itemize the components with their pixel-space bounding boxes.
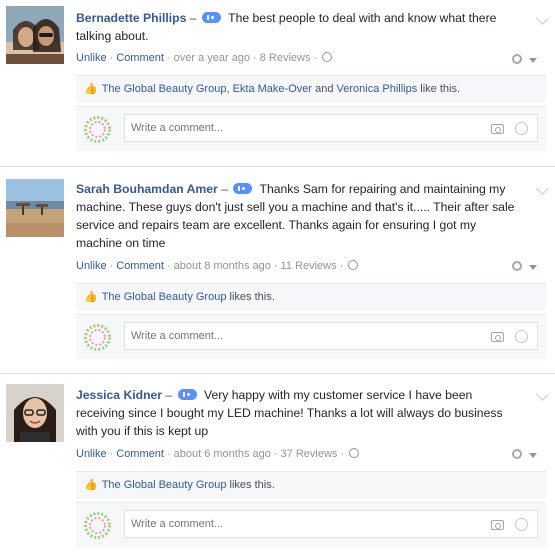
rating-badge-icon — [177, 389, 197, 400]
gear-icon — [512, 261, 522, 271]
options-menu[interactable] — [512, 261, 542, 275]
thumbs-up-icon: 👍 — [84, 479, 98, 491]
rating-badge-icon — [233, 183, 253, 194]
timestamp[interactable]: over a year ago — [174, 52, 250, 64]
page-avatar — [84, 324, 111, 351]
page-avatar — [84, 512, 111, 539]
likes-summary: 👍 The Global Beauty Group likes this. — [76, 283, 546, 310]
comment-input[interactable] — [124, 322, 538, 350]
thumbs-up-icon: 👍 — [84, 83, 98, 95]
review-actions: Unlike · Comment · about 6 months ago · 37 Rev… — [76, 448, 360, 460]
gear-icon — [512, 449, 522, 459]
unlike-link[interactable]: Unlike — [76, 260, 107, 272]
avatar[interactable] — [6, 179, 64, 237]
avatar[interactable] — [6, 6, 64, 64]
comment-composer — [76, 502, 546, 547]
review-actions: Unlike · Comment · about 8 months ago · 11 Rev… — [76, 260, 359, 272]
divider — [0, 166, 555, 167]
sticker-icon[interactable] — [515, 518, 528, 531]
avatar[interactable] — [6, 384, 64, 442]
liker-link[interactable]: The Global Beauty Group — [102, 83, 227, 95]
unlike-link[interactable]: Unlike — [76, 52, 107, 64]
review-count[interactable]: 8 Reviews — [260, 52, 311, 64]
sticker-icon[interactable] — [515, 330, 528, 343]
review-actions: Unlike · Comment · over a year ago · 8 Reviews… — [76, 52, 333, 64]
camera-icon[interactable] — [491, 332, 504, 342]
name-separator: – — [221, 182, 228, 196]
review-body: Jessica Kidner – Very happy with my cust… — [76, 386, 516, 440]
globe-icon — [322, 52, 333, 62]
name-separator: – — [189, 11, 197, 25]
chevron-down-icon[interactable] — [536, 182, 549, 195]
caret-down-icon — [529, 58, 537, 63]
globe-icon — [349, 448, 360, 458]
sticker-icon[interactable] — [515, 122, 528, 135]
comment-input[interactable] — [124, 114, 538, 142]
likes-summary: 👍 The Global Beauty Group, Ekta Make-Over… — [76, 75, 546, 102]
liker-link[interactable]: Veronica Phillips — [337, 83, 418, 95]
liker-link[interactable]: The Global Beauty Group — [102, 291, 227, 303]
timestamp[interactable]: about 8 months ago — [174, 260, 271, 272]
reviewer-name[interactable]: Bernadette Phillips — [76, 11, 186, 25]
options-menu[interactable] — [512, 54, 542, 68]
reviewer-name[interactable]: Sarah Bouhamdan Amer — [76, 182, 218, 196]
review-body: Bernadette Phillips – The best people to… — [76, 9, 516, 45]
chevron-down-icon[interactable] — [536, 12, 549, 25]
options-menu[interactable] — [512, 449, 542, 463]
rating-badge-icon — [201, 12, 221, 23]
page-avatar — [84, 116, 111, 143]
liker-link[interactable]: Ekta Make-Over — [233, 83, 312, 95]
liker-link[interactable]: The Global Beauty Group — [102, 479, 227, 491]
camera-icon[interactable] — [491, 520, 504, 530]
comment-composer — [76, 314, 546, 359]
comment-link[interactable]: Comment — [116, 52, 164, 64]
comment-composer — [76, 106, 546, 151]
reviewer-name[interactable]: Jessica Kidner — [76, 388, 162, 402]
name-separator: – — [165, 388, 173, 402]
caret-down-icon — [529, 453, 537, 458]
comment-link[interactable]: Comment — [116, 260, 164, 272]
globe-icon — [348, 260, 359, 270]
caret-down-icon — [529, 265, 537, 270]
likes-summary: 👍 The Global Beauty Group likes this. — [76, 471, 546, 498]
divider — [0, 373, 555, 374]
comment-input[interactable] — [124, 510, 538, 538]
review-body: Sarah Bouhamdan Amer – Thanks Sam for re… — [76, 180, 516, 252]
chevron-down-icon[interactable] — [536, 388, 549, 401]
comment-link[interactable]: Comment — [116, 448, 164, 460]
camera-icon[interactable] — [491, 124, 504, 134]
thumbs-up-icon: 👍 — [84, 291, 98, 303]
unlike-link[interactable]: Unlike — [76, 448, 107, 460]
review-count[interactable]: 11 Reviews — [281, 260, 337, 272]
timestamp[interactable]: about 6 months ago — [174, 448, 271, 460]
gear-icon — [512, 54, 522, 64]
review-count[interactable]: 37 Reviews — [281, 448, 338, 460]
